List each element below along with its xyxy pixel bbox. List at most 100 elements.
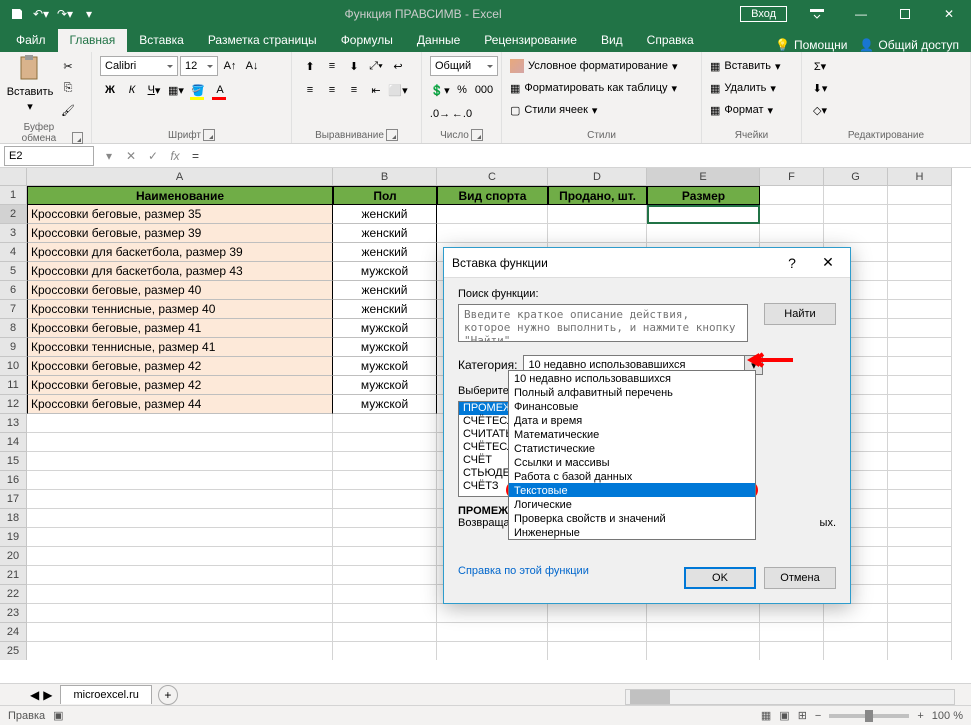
row-header[interactable]: 14 bbox=[0, 433, 27, 452]
sheet-prev-icon[interactable]: ◀ bbox=[30, 688, 39, 702]
row-header[interactable]: 7 bbox=[0, 300, 27, 319]
fill-color-icon[interactable]: 🪣 bbox=[188, 80, 208, 100]
border-icon[interactable]: ▦▾ bbox=[166, 80, 186, 100]
decrease-font-icon[interactable]: A↓ bbox=[242, 56, 262, 76]
cell[interactable] bbox=[888, 414, 952, 433]
align-bottom-icon[interactable]: ⬇ bbox=[344, 56, 364, 76]
italic-button[interactable]: К bbox=[122, 80, 142, 100]
cell[interactable] bbox=[548, 604, 647, 623]
cell[interactable] bbox=[888, 205, 952, 224]
zoom-slider[interactable] bbox=[829, 714, 909, 718]
cell[interactable]: Кроссовки беговые, размер 42 bbox=[27, 357, 333, 376]
cell[interactable]: Наименование bbox=[27, 186, 333, 205]
sheet-tab[interactable]: microexcel.ru bbox=[60, 685, 151, 704]
sheet-next-icon[interactable]: ▶ bbox=[43, 688, 52, 702]
cell[interactable] bbox=[760, 642, 824, 660]
minimize-icon[interactable]: — bbox=[839, 0, 883, 28]
cell[interactable] bbox=[647, 604, 760, 623]
cell[interactable]: Кроссовки теннисные, размер 40 bbox=[27, 300, 333, 319]
cell[interactable] bbox=[333, 547, 437, 566]
row-header[interactable]: 20 bbox=[0, 547, 27, 566]
cell[interactable]: женский bbox=[333, 281, 437, 300]
cell[interactable] bbox=[333, 414, 437, 433]
cell[interactable] bbox=[760, 623, 824, 642]
cell[interactable] bbox=[888, 319, 952, 338]
cell[interactable] bbox=[888, 243, 952, 262]
cell[interactable] bbox=[824, 205, 888, 224]
column-header[interactable]: H bbox=[888, 168, 952, 186]
format-painter-icon[interactable]: 🖌 bbox=[58, 100, 78, 120]
comma-icon[interactable]: 000 bbox=[474, 80, 494, 100]
cell[interactable] bbox=[333, 642, 437, 660]
fill-icon[interactable]: ⬇▾ bbox=[810, 78, 830, 98]
underline-button[interactable]: Ч▾ bbox=[144, 80, 164, 100]
row-header[interactable]: 9 bbox=[0, 338, 27, 357]
cell[interactable] bbox=[760, 224, 824, 243]
cell[interactable]: женский bbox=[333, 300, 437, 319]
row-header[interactable]: 8 bbox=[0, 319, 27, 338]
ok-button[interactable]: OK bbox=[684, 567, 756, 589]
cell[interactable] bbox=[27, 509, 333, 528]
cell[interactable] bbox=[27, 585, 333, 604]
cell[interactable] bbox=[888, 357, 952, 376]
cell[interactable] bbox=[333, 452, 437, 471]
number-launcher[interactable] bbox=[471, 129, 483, 141]
cut-icon[interactable]: ✂ bbox=[58, 56, 78, 76]
cell[interactable]: Кроссовки беговые, размер 39 bbox=[27, 224, 333, 243]
row-header[interactable]: 23 bbox=[0, 604, 27, 623]
percent-icon[interactable]: % bbox=[452, 80, 472, 100]
tab-file[interactable]: Файл bbox=[4, 29, 58, 52]
column-header[interactable]: D bbox=[548, 168, 647, 186]
cell[interactable] bbox=[333, 623, 437, 642]
format-as-table-button[interactable]: ▦Форматировать как таблицу▾ bbox=[510, 78, 677, 98]
align-center-icon[interactable]: ≡ bbox=[322, 80, 342, 100]
cell[interactable] bbox=[888, 452, 952, 471]
cell[interactable] bbox=[888, 262, 952, 281]
row-header[interactable]: 25 bbox=[0, 642, 27, 660]
cell[interactable]: Продано, шт. bbox=[548, 186, 647, 205]
cell[interactable]: мужской bbox=[333, 262, 437, 281]
cell[interactable]: женский bbox=[333, 224, 437, 243]
dialog-close-icon[interactable]: ✕ bbox=[814, 252, 842, 274]
name-box-dropdown[interactable]: ▾ bbox=[98, 145, 120, 167]
cell[interactable] bbox=[888, 547, 952, 566]
cell[interactable]: Кроссовки для баскетбола, размер 39 bbox=[27, 243, 333, 262]
align-top-icon[interactable]: ⬆ bbox=[300, 56, 320, 76]
align-left-icon[interactable]: ≡ bbox=[300, 80, 320, 100]
cell[interactable] bbox=[437, 224, 548, 243]
cell[interactable] bbox=[824, 224, 888, 243]
indent-dec-icon[interactable]: ⇤ bbox=[366, 80, 386, 100]
row-header[interactable]: 18 bbox=[0, 509, 27, 528]
cell[interactable] bbox=[888, 471, 952, 490]
cell[interactable] bbox=[333, 585, 437, 604]
cancel-button[interactable]: Отмена bbox=[764, 567, 836, 589]
cell[interactable]: Кроссовки беговые, размер 41 bbox=[27, 319, 333, 338]
cell[interactable] bbox=[888, 585, 952, 604]
tab-insert[interactable]: Вставка bbox=[127, 29, 196, 52]
cell[interactable] bbox=[27, 433, 333, 452]
cell[interactable] bbox=[27, 471, 333, 490]
increase-font-icon[interactable]: A↑ bbox=[220, 56, 240, 76]
tab-view[interactable]: Вид bbox=[589, 29, 635, 52]
row-header[interactable]: 12 bbox=[0, 395, 27, 414]
insert-function-icon[interactable]: fx bbox=[164, 145, 186, 167]
cell[interactable]: Кроссовки для баскетбола, размер 43 bbox=[27, 262, 333, 281]
cell[interactable] bbox=[760, 205, 824, 224]
orientation-icon[interactable]: ⤢▾ bbox=[366, 56, 386, 76]
cell[interactable]: Кроссовки беговые, размер 40 bbox=[27, 281, 333, 300]
font-launcher[interactable] bbox=[203, 129, 215, 141]
tab-review[interactable]: Рецензирование bbox=[472, 29, 589, 52]
cell[interactable] bbox=[647, 642, 760, 660]
category-option[interactable]: Текстовые bbox=[509, 483, 755, 497]
function-search-input[interactable] bbox=[458, 304, 748, 342]
paste-button[interactable]: Вставить▾ bbox=[8, 56, 52, 113]
cell[interactable] bbox=[888, 566, 952, 585]
cell[interactable] bbox=[888, 338, 952, 357]
cell[interactable] bbox=[647, 224, 760, 243]
cell[interactable] bbox=[27, 528, 333, 547]
align-launcher[interactable] bbox=[386, 129, 398, 141]
view-layout-icon[interactable]: ▣ bbox=[779, 709, 789, 722]
number-format-select[interactable]: Общий bbox=[430, 56, 498, 76]
select-all-corner[interactable] bbox=[0, 168, 27, 186]
macro-record-icon[interactable]: ▣ bbox=[53, 709, 63, 722]
